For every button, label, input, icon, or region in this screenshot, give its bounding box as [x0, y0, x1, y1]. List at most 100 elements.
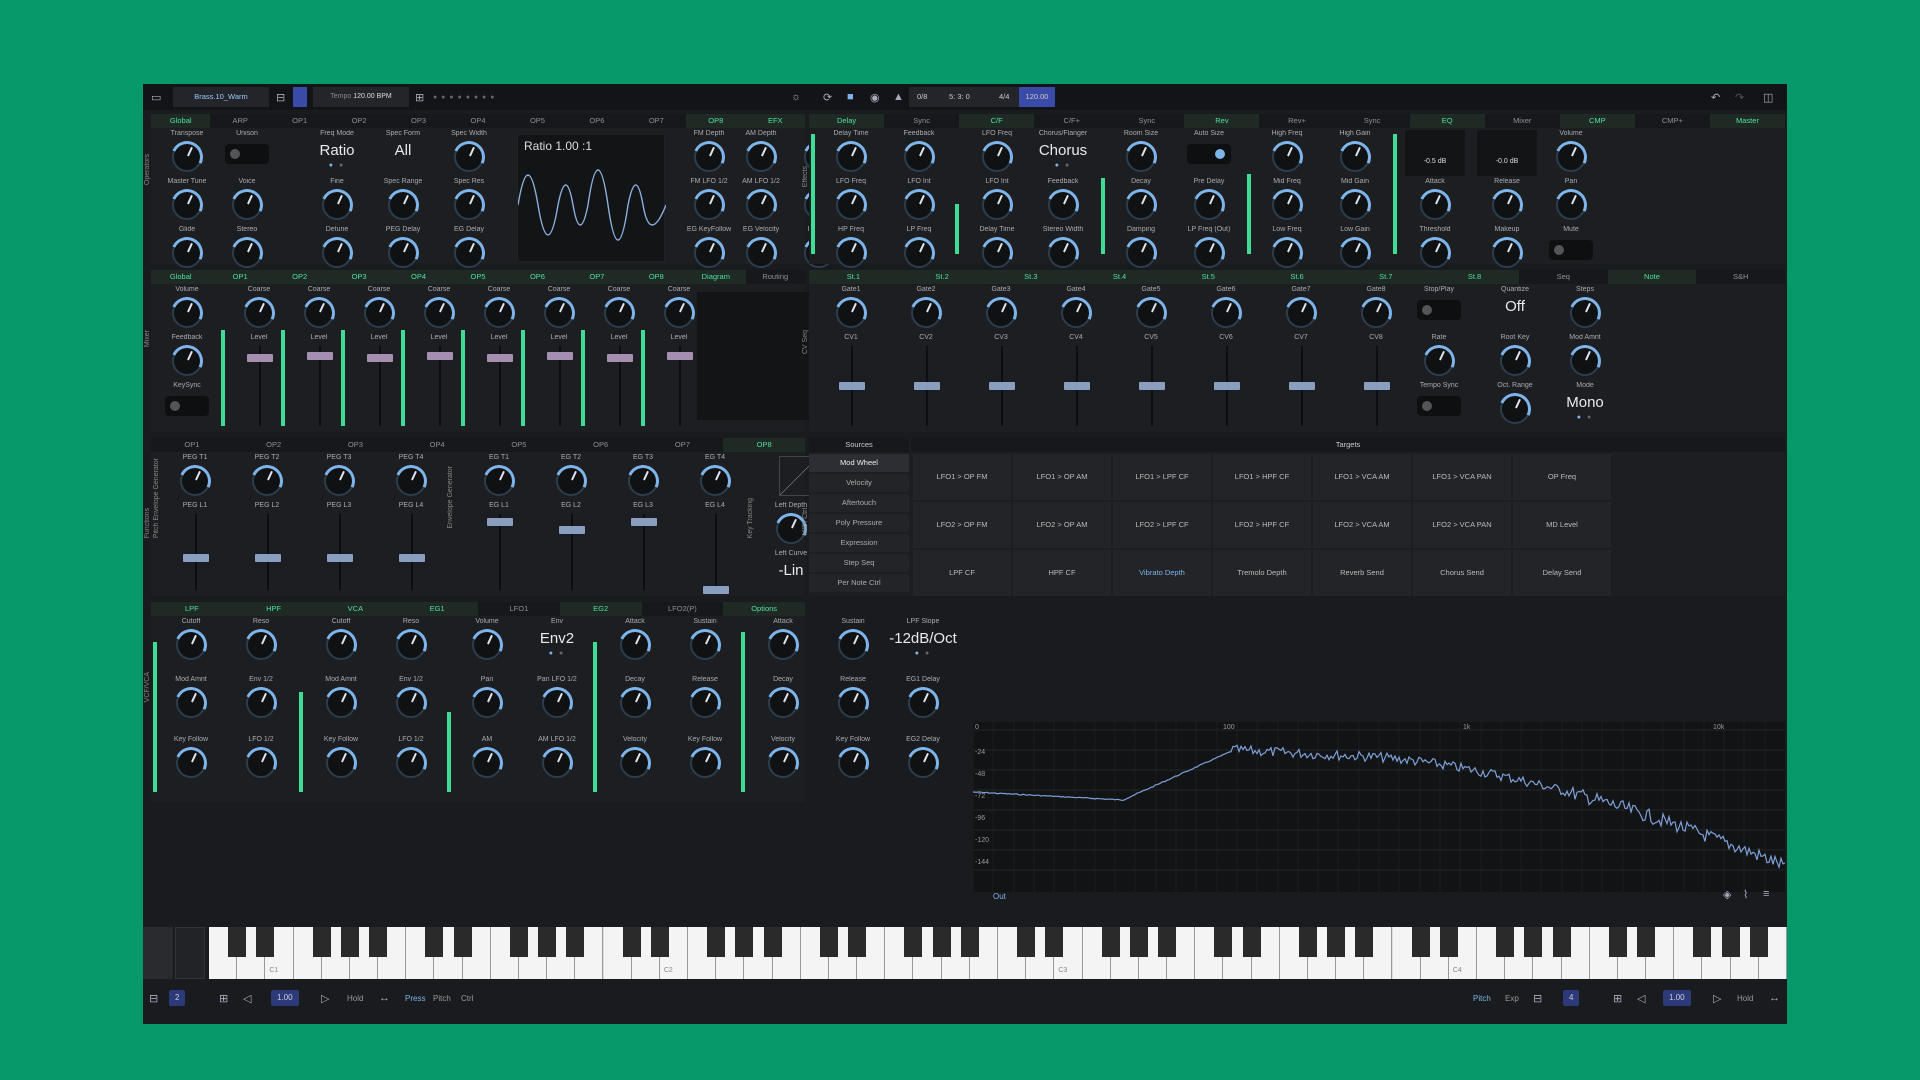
mod-target-cell[interactable]: LFO2 > OP AM: [1013, 502, 1111, 548]
mod-target-cell[interactable]: LFO1 > VCA AM: [1313, 454, 1411, 500]
knob[interactable]: [172, 238, 202, 268]
ctrl-button[interactable]: Ctrl: [461, 994, 473, 1003]
knob[interactable]: [1272, 142, 1302, 172]
toggle-switch[interactable]: [1187, 144, 1231, 164]
knob[interactable]: [1492, 190, 1522, 220]
knob[interactable]: [690, 688, 720, 718]
tab-hpf[interactable]: HPF: [232, 602, 315, 616]
tab-op4[interactable]: OP4: [448, 114, 507, 128]
knob[interactable]: [1194, 238, 1224, 268]
mod-wheel[interactable]: [175, 927, 205, 979]
black-key[interactable]: [1693, 927, 1712, 957]
mod-source-item[interactable]: Expression: [809, 534, 909, 552]
fader-handle[interactable]: [667, 352, 693, 360]
black-key[interactable]: [1749, 927, 1768, 957]
knob[interactable]: [628, 466, 658, 496]
black-key[interactable]: [1496, 927, 1515, 957]
tab-op3[interactable]: OP3: [315, 438, 397, 452]
knob[interactable]: [246, 630, 276, 660]
knob[interactable]: [232, 238, 262, 268]
black-key[interactable]: [566, 927, 585, 957]
knob[interactable]: [172, 142, 202, 172]
knob[interactable]: [472, 688, 502, 718]
tab-st-5[interactable]: St.5: [1163, 270, 1253, 284]
tab-st-7[interactable]: St.7: [1341, 270, 1431, 284]
black-key[interactable]: [1411, 927, 1430, 957]
velocity-up-icon[interactable]: ▷: [321, 992, 329, 1005]
knob[interactable]: [172, 346, 202, 376]
tab-st-2[interactable]: St.2: [897, 270, 987, 284]
tab-arp[interactable]: ARP: [210, 114, 269, 128]
fader-handle[interactable]: [631, 518, 657, 526]
black-key[interactable]: [1045, 927, 1064, 957]
hold-button[interactable]: Hold: [347, 994, 363, 1003]
knob[interactable]: [454, 238, 484, 268]
fader-track[interactable]: [715, 514, 717, 590]
black-key[interactable]: [1158, 927, 1177, 957]
mod-target-cell[interactable]: Vibrato Depth: [1113, 550, 1211, 596]
knob[interactable]: [388, 238, 418, 268]
knob[interactable]: [768, 688, 798, 718]
hold2-button[interactable]: Hold: [1737, 994, 1753, 1003]
spectrum-analyzer[interactable]: 0 100 1k 10k -24 -48 -72 -96 -120 -144 Out ◈ ⌇ ≡: [973, 722, 1785, 901]
fader-handle[interactable]: [989, 382, 1015, 390]
fader-handle[interactable]: [1139, 382, 1165, 390]
fader-handle[interactable]: [327, 554, 353, 562]
value-display[interactable]: Chorus: [1028, 142, 1098, 159]
tab-routing[interactable]: Routing: [746, 270, 805, 284]
fader-handle[interactable]: [307, 352, 333, 360]
knob[interactable]: [246, 748, 276, 778]
knob[interactable]: [904, 190, 934, 220]
black-key[interactable]: [622, 927, 641, 957]
black-key[interactable]: [650, 927, 669, 957]
black-key[interactable]: [256, 927, 275, 957]
fader-handle[interactable]: [487, 518, 513, 526]
redo-icon[interactable]: ↷: [1735, 91, 1744, 104]
tab-s-h[interactable]: S&H: [1696, 270, 1785, 284]
black-key[interactable]: [1242, 927, 1261, 957]
knob[interactable]: [1492, 238, 1522, 268]
black-key[interactable]: [932, 927, 951, 957]
knob[interactable]: [1361, 298, 1391, 328]
fader-handle[interactable]: [1364, 382, 1390, 390]
tab-op7[interactable]: OP7: [567, 270, 627, 284]
knob[interactable]: [556, 466, 586, 496]
stop-icon[interactable]: ■: [847, 91, 854, 103]
fader-handle[interactable]: [559, 526, 585, 534]
record-icon[interactable]: ◉: [870, 91, 880, 104]
fader-handle[interactable]: [255, 554, 281, 562]
tab-op4[interactable]: OP4: [396, 438, 478, 452]
metronome-icon[interactable]: ▲: [893, 91, 904, 103]
knob[interactable]: [176, 630, 206, 660]
knob[interactable]: [1570, 346, 1600, 376]
black-key[interactable]: [1439, 927, 1458, 957]
knob[interactable]: [1272, 238, 1302, 268]
octave2-value[interactable]: 4: [1563, 990, 1580, 1006]
tab-delay[interactable]: Delay: [809, 114, 885, 128]
tab-eq[interactable]: EQ: [1409, 114, 1485, 128]
tab-cmp[interactable]: CMP: [1559, 114, 1635, 128]
mod-target-cell[interactable]: HPF CF: [1013, 550, 1111, 596]
knob[interactable]: [1500, 346, 1530, 376]
toggle-switch[interactable]: [165, 396, 209, 416]
mod-target-cell[interactable]: LFO2 > VCA AM: [1313, 502, 1411, 548]
fader-track[interactable]: [195, 514, 197, 590]
knob[interactable]: [1272, 190, 1302, 220]
knob[interactable]: [542, 688, 572, 718]
fader-handle[interactable]: [607, 354, 633, 362]
pitch-wheel[interactable]: [143, 927, 173, 979]
mod-source-item[interactable]: Velocity: [809, 474, 909, 492]
black-key[interactable]: [763, 927, 782, 957]
knob[interactable]: [982, 190, 1012, 220]
mod-target-cell[interactable]: OP Freq: [1513, 454, 1611, 500]
tab-global[interactable]: Global: [151, 114, 211, 128]
knob[interactable]: [176, 688, 206, 718]
tab-mixer[interactable]: Mixer: [1485, 114, 1560, 128]
tab-st-1[interactable]: St.1: [809, 270, 898, 284]
mod-target-cell[interactable]: LFO1 > OP AM: [1013, 454, 1111, 500]
knob[interactable]: [620, 748, 650, 778]
tab-op6[interactable]: OP6: [567, 114, 626, 128]
fader-handle[interactable]: [1214, 382, 1240, 390]
knob[interactable]: [396, 748, 426, 778]
knob[interactable]: [1126, 142, 1156, 172]
